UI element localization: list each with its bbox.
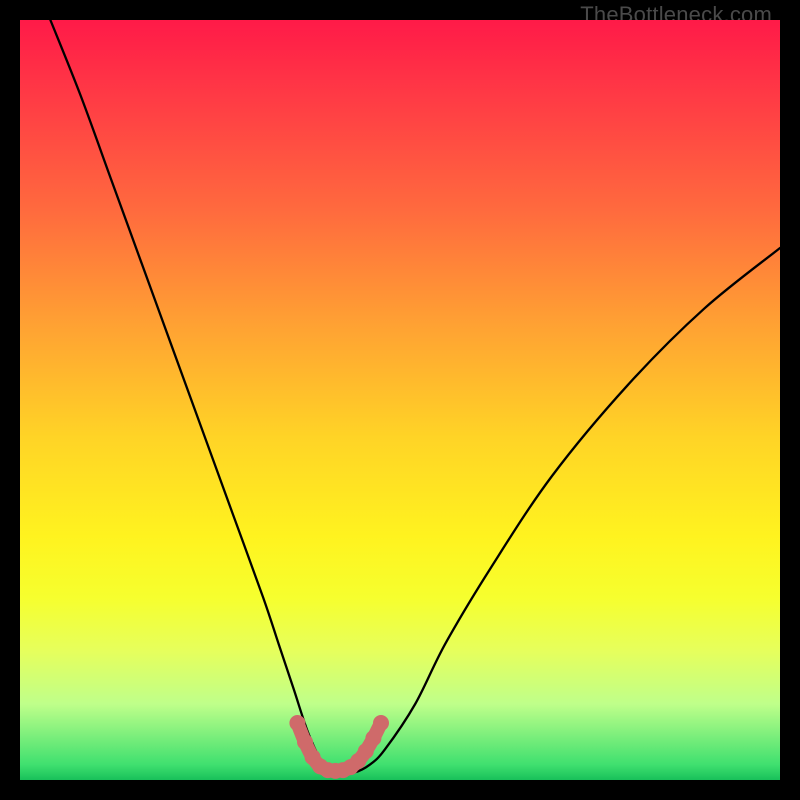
valley-dot	[289, 715, 305, 731]
valley-dot	[373, 715, 389, 731]
curves-svg	[20, 20, 780, 780]
valley-dot	[365, 730, 381, 746]
chart-frame: TheBottleneck.com	[0, 0, 800, 800]
valley-dot	[297, 734, 313, 750]
plot-area	[20, 20, 780, 780]
bottleneck-curve-path	[50, 20, 780, 773]
